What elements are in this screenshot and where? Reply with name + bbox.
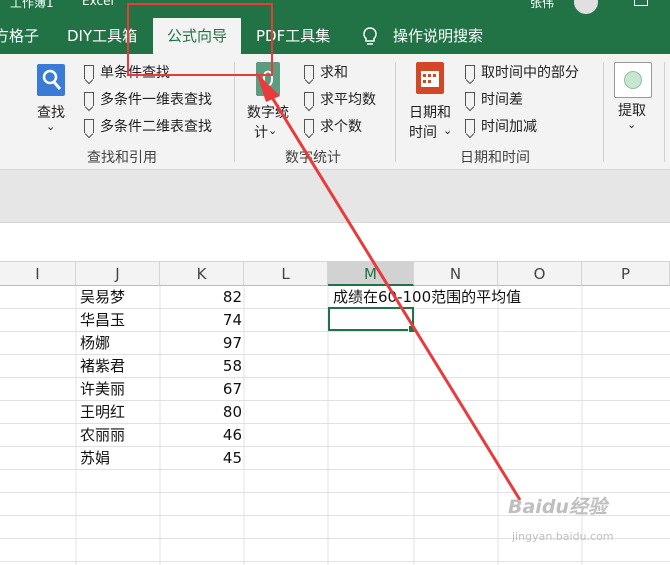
annotation-arrow — [256, 72, 522, 501]
baidu-watermark: Baidu经验 — [508, 496, 607, 518]
baidu-watermark-url: jingyan.baidu.com — [512, 530, 614, 543]
